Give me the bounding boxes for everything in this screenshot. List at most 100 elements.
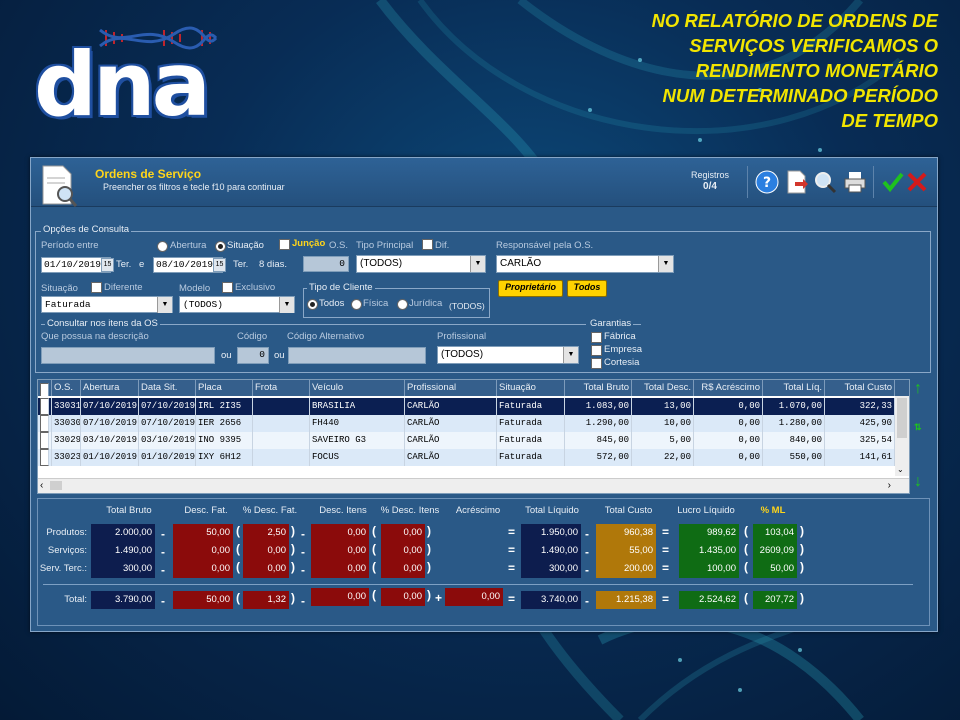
- todos-radio[interactable]: [307, 299, 318, 310]
- todos-button[interactable]: Todos: [567, 280, 607, 297]
- servicos-liquido: 1.490,00: [521, 542, 581, 560]
- juridica-radio[interactable]: [397, 299, 408, 310]
- scroll-down-icon[interactable]: ⌄: [897, 465, 904, 474]
- exclusivo-checkbox[interactable]: [222, 282, 233, 293]
- headline-line: SERVIÇOS VERIFICAMOS O: [689, 35, 938, 56]
- table-row[interactable]: 33029 03/10/2019 03/10/2019 INO 9395 SAV…: [38, 432, 909, 449]
- total-desc-fat: 50,00: [173, 591, 233, 609]
- descricao-input[interactable]: [41, 347, 215, 364]
- minus-operator: -: [585, 545, 589, 559]
- table-row[interactable]: 33023 01/10/2019 01/10/2019 IXY 6H12 FOC…: [38, 449, 909, 466]
- arrow-down-icon[interactable]: ↓: [914, 473, 922, 491]
- fisica-radio-label: Física: [363, 298, 389, 309]
- situacao-radio[interactable]: [215, 241, 226, 252]
- garantia-fabrica-checkbox[interactable]: [591, 332, 602, 343]
- col-total-liq[interactable]: Total Líq.: [763, 380, 825, 396]
- ordens-servico-window: Ordens de Serviço Preencher os filtros e…: [30, 157, 938, 632]
- col-placa[interactable]: Placa: [196, 380, 253, 396]
- tipo-principal-select[interactable]: (TODOS) ▼: [356, 255, 486, 273]
- os-number-input[interactable]: 0: [303, 256, 349, 272]
- col-veiculo[interactable]: Veículo: [310, 380, 405, 396]
- calendar-icon[interactable]: 15: [101, 258, 114, 272]
- row-checkbox[interactable]: [38, 398, 52, 415]
- table-cell: 0,00: [694, 398, 763, 415]
- total-custo: 1.215,38: [596, 591, 656, 609]
- export-icon[interactable]: [785, 170, 809, 194]
- horizontal-scrollbar[interactable]: ‹ ›: [38, 478, 909, 493]
- equals-operator: =: [662, 561, 670, 575]
- paren-open: (: [236, 542, 240, 556]
- table-cell: 572,00: [565, 449, 632, 466]
- fisica-radio[interactable]: [351, 299, 362, 310]
- codigo-input[interactable]: 0: [237, 347, 269, 364]
- situacao-select[interactable]: Faturada ▼: [41, 296, 173, 313]
- table-cell: 33029: [52, 432, 81, 449]
- totals-header-lucro: Lucro Líquido: [677, 505, 735, 516]
- row-checkbox[interactable]: [38, 449, 52, 466]
- help-icon[interactable]: ?: [755, 170, 779, 194]
- arrow-up-icon[interactable]: ↑: [914, 380, 922, 398]
- arrow-swap-icon[interactable]: ⇅: [914, 422, 922, 433]
- print-icon[interactable]: [843, 170, 867, 194]
- scrollbar-thumb[interactable]: [50, 481, 62, 490]
- scrollbar-thumb[interactable]: [897, 398, 907, 438]
- situacao-label: Situação: [41, 283, 78, 294]
- col-situacao[interactable]: Situação: [497, 380, 565, 396]
- responsavel-select[interactable]: CARLÃO ▼: [496, 255, 674, 273]
- modelo-select[interactable]: (TODOS) ▼: [179, 296, 295, 313]
- table-row[interactable]: 33030 07/10/2019 07/10/2019 IER 2656 FH4…: [38, 415, 909, 432]
- table-header: O.S. Abertura Data Sit. Placa Frota Veíc…: [38, 380, 909, 396]
- dif-checkbox[interactable]: [422, 239, 433, 250]
- col-data-sit[interactable]: Data Sit.: [139, 380, 196, 396]
- paren-open: (: [236, 524, 240, 538]
- table-cell: 1.290,00: [565, 415, 632, 432]
- table-cell: 0,00: [694, 432, 763, 449]
- col-abertura[interactable]: Abertura: [81, 380, 139, 396]
- totals-header-custo: Total Custo: [604, 505, 653, 516]
- scroll-right-icon[interactable]: ›: [888, 479, 891, 493]
- col-total-desc[interactable]: Total Desc.: [632, 380, 694, 396]
- row-checkbox[interactable]: [38, 415, 52, 432]
- proprietario-button[interactable]: Proprietário: [498, 280, 563, 297]
- col-profissional[interactable]: Profissional: [405, 380, 497, 396]
- garantia-cortesia-checkbox[interactable]: [591, 358, 602, 369]
- col-total-custo[interactable]: Total Custo: [825, 380, 895, 396]
- juncao-checkbox[interactable]: [279, 239, 290, 250]
- col-frota[interactable]: Frota: [253, 380, 310, 396]
- vertical-scrollbar[interactable]: ⌄: [895, 396, 909, 476]
- table-cell: 03/10/2019: [81, 432, 139, 449]
- diferente-checkbox[interactable]: [91, 282, 102, 293]
- toolbar-separator: [873, 166, 874, 198]
- col-total-bruto[interactable]: Total Bruto: [565, 380, 632, 396]
- abertura-radio[interactable]: [157, 241, 168, 252]
- select-all-checkbox[interactable]: [38, 380, 52, 396]
- confirm-icon[interactable]: [881, 170, 905, 194]
- headline-line: NUM DETERMINADO PERÍODO: [662, 85, 938, 106]
- table-cell: 33030: [52, 415, 81, 432]
- profissional-label: Profissional: [437, 331, 487, 342]
- garantia-empresa-checkbox[interactable]: [591, 345, 602, 356]
- calendar-icon[interactable]: 15: [213, 258, 226, 272]
- paren-open: (: [372, 542, 376, 556]
- table-cell: 22,00: [632, 449, 694, 466]
- table-cell: 1.280,00: [763, 415, 825, 432]
- chevron-down-icon: ▼: [658, 256, 673, 272]
- paren-close: ): [427, 524, 431, 538]
- row-checkbox[interactable]: [38, 432, 52, 449]
- paren-close: ): [427, 542, 431, 556]
- produtos-pct-desc-fat: 2,50: [243, 524, 289, 542]
- close-icon[interactable]: [905, 170, 929, 194]
- paren-close: ): [291, 524, 295, 538]
- codigo-alt-input[interactable]: [288, 347, 426, 364]
- profissional-select[interactable]: (TODOS) ▼: [437, 346, 579, 364]
- col-acrescimo[interactable]: R$ Acréscimo: [694, 380, 763, 396]
- table-row[interactable]: 33031 07/10/2019 07/10/2019 IRL 2I35 BRA…: [38, 398, 909, 415]
- profissional-value: (TODOS): [441, 349, 484, 360]
- scroll-left-icon[interactable]: ‹: [40, 479, 43, 493]
- juncao-label: Junção: [292, 238, 326, 249]
- abertura-label: Abertura: [170, 240, 207, 251]
- col-os[interactable]: O.S.: [52, 380, 81, 396]
- minus-operator: -: [301, 563, 305, 577]
- search-icon[interactable]: [813, 170, 837, 194]
- produtos-ml: 103,04: [753, 524, 797, 542]
